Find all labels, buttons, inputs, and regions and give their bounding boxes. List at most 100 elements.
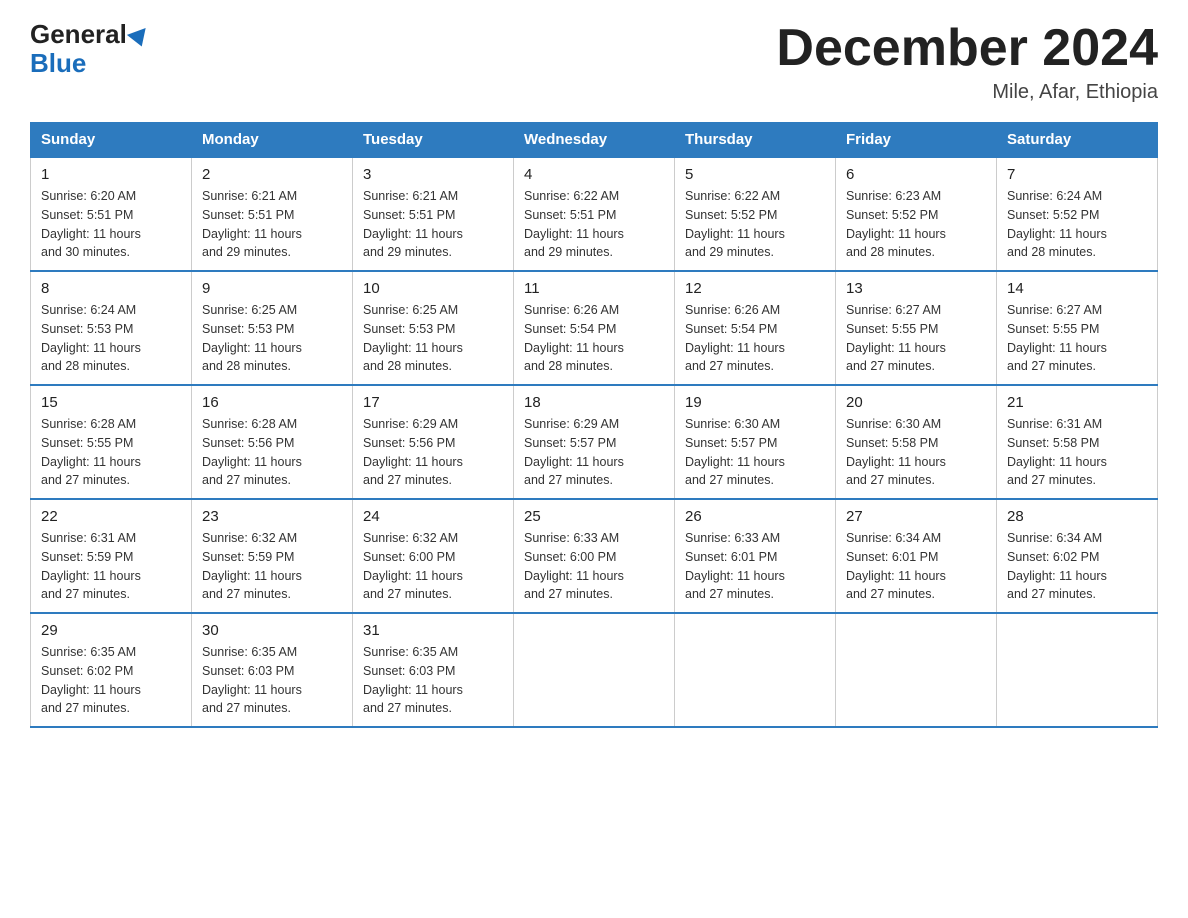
day-number: 21 xyxy=(1007,394,1147,411)
calendar-cell: 26 Sunrise: 6:33 AMSunset: 6:01 PMDaylig… xyxy=(675,499,836,613)
day-number: 4 xyxy=(524,166,664,183)
day-info: Sunrise: 6:23 AMSunset: 5:52 PMDaylight:… xyxy=(846,189,946,259)
calendar-cell: 2 Sunrise: 6:21 AMSunset: 5:51 PMDayligh… xyxy=(192,157,353,271)
header-day-thursday: Thursday xyxy=(675,123,836,158)
header-day-saturday: Saturday xyxy=(997,123,1158,158)
day-number: 3 xyxy=(363,166,503,183)
week-row-5: 29 Sunrise: 6:35 AMSunset: 6:02 PMDaylig… xyxy=(31,613,1158,727)
calendar-cell: 25 Sunrise: 6:33 AMSunset: 6:00 PMDaylig… xyxy=(514,499,675,613)
day-info: Sunrise: 6:35 AMSunset: 6:03 PMDaylight:… xyxy=(202,645,302,715)
day-info: Sunrise: 6:33 AMSunset: 6:00 PMDaylight:… xyxy=(524,531,624,601)
calendar-cell: 23 Sunrise: 6:32 AMSunset: 5:59 PMDaylig… xyxy=(192,499,353,613)
calendar-cell: 6 Sunrise: 6:23 AMSunset: 5:52 PMDayligh… xyxy=(836,157,997,271)
day-info: Sunrise: 6:26 AMSunset: 5:54 PMDaylight:… xyxy=(524,303,624,373)
day-info: Sunrise: 6:22 AMSunset: 5:51 PMDaylight:… xyxy=(524,189,624,259)
calendar-cell xyxy=(675,613,836,727)
calendar-cell xyxy=(997,613,1158,727)
calendar-cell: 28 Sunrise: 6:34 AMSunset: 6:02 PMDaylig… xyxy=(997,499,1158,613)
day-info: Sunrise: 6:28 AMSunset: 5:55 PMDaylight:… xyxy=(41,417,141,487)
calendar-cell: 15 Sunrise: 6:28 AMSunset: 5:55 PMDaylig… xyxy=(31,385,192,499)
logo-bottom-line: Blue xyxy=(30,49,86,78)
day-number: 14 xyxy=(1007,280,1147,297)
calendar-cell: 12 Sunrise: 6:26 AMSunset: 5:54 PMDaylig… xyxy=(675,271,836,385)
week-row-2: 8 Sunrise: 6:24 AMSunset: 5:53 PMDayligh… xyxy=(31,271,1158,385)
header-day-tuesday: Tuesday xyxy=(353,123,514,158)
calendar-cell: 19 Sunrise: 6:30 AMSunset: 5:57 PMDaylig… xyxy=(675,385,836,499)
day-info: Sunrise: 6:34 AMSunset: 6:02 PMDaylight:… xyxy=(1007,531,1107,601)
day-number: 30 xyxy=(202,622,342,639)
day-number: 24 xyxy=(363,508,503,525)
logo: General Blue xyxy=(30,20,149,77)
day-info: Sunrise: 6:20 AMSunset: 5:51 PMDaylight:… xyxy=(41,189,141,259)
page-header: General Blue December 2024 Mile, Afar, E… xyxy=(30,20,1158,104)
day-info: Sunrise: 6:27 AMSunset: 5:55 PMDaylight:… xyxy=(846,303,946,373)
calendar-cell: 16 Sunrise: 6:28 AMSunset: 5:56 PMDaylig… xyxy=(192,385,353,499)
day-info: Sunrise: 6:26 AMSunset: 5:54 PMDaylight:… xyxy=(685,303,785,373)
calendar-cell xyxy=(514,613,675,727)
day-number: 12 xyxy=(685,280,825,297)
month-title: December 2024 xyxy=(776,20,1158,77)
day-number: 27 xyxy=(846,508,986,525)
day-number: 16 xyxy=(202,394,342,411)
calendar-cell: 30 Sunrise: 6:35 AMSunset: 6:03 PMDaylig… xyxy=(192,613,353,727)
logo-top-line: General xyxy=(30,20,149,49)
day-info: Sunrise: 6:22 AMSunset: 5:52 PMDaylight:… xyxy=(685,189,785,259)
logo-triangle-icon xyxy=(127,28,151,50)
day-number: 7 xyxy=(1007,166,1147,183)
day-number: 28 xyxy=(1007,508,1147,525)
header-day-monday: Monday xyxy=(192,123,353,158)
calendar-cell: 29 Sunrise: 6:35 AMSunset: 6:02 PMDaylig… xyxy=(31,613,192,727)
calendar-body: 1 Sunrise: 6:20 AMSunset: 5:51 PMDayligh… xyxy=(31,157,1158,727)
calendar-cell: 27 Sunrise: 6:34 AMSunset: 6:01 PMDaylig… xyxy=(836,499,997,613)
day-number: 15 xyxy=(41,394,181,411)
week-row-3: 15 Sunrise: 6:28 AMSunset: 5:55 PMDaylig… xyxy=(31,385,1158,499)
day-number: 25 xyxy=(524,508,664,525)
day-info: Sunrise: 6:25 AMSunset: 5:53 PMDaylight:… xyxy=(363,303,463,373)
day-number: 9 xyxy=(202,280,342,297)
location-title: Mile, Afar, Ethiopia xyxy=(776,81,1158,104)
header-day-wednesday: Wednesday xyxy=(514,123,675,158)
day-info: Sunrise: 6:28 AMSunset: 5:56 PMDaylight:… xyxy=(202,417,302,487)
day-info: Sunrise: 6:35 AMSunset: 6:02 PMDaylight:… xyxy=(41,645,141,715)
calendar-cell: 11 Sunrise: 6:26 AMSunset: 5:54 PMDaylig… xyxy=(514,271,675,385)
day-info: Sunrise: 6:34 AMSunset: 6:01 PMDaylight:… xyxy=(846,531,946,601)
day-number: 11 xyxy=(524,280,664,297)
day-number: 31 xyxy=(363,622,503,639)
day-info: Sunrise: 6:32 AMSunset: 6:00 PMDaylight:… xyxy=(363,531,463,601)
week-row-1: 1 Sunrise: 6:20 AMSunset: 5:51 PMDayligh… xyxy=(31,157,1158,271)
calendar-cell: 31 Sunrise: 6:35 AMSunset: 6:03 PMDaylig… xyxy=(353,613,514,727)
logo-general-text: General xyxy=(30,19,127,49)
day-info: Sunrise: 6:24 AMSunset: 5:53 PMDaylight:… xyxy=(41,303,141,373)
calendar-cell: 24 Sunrise: 6:32 AMSunset: 6:00 PMDaylig… xyxy=(353,499,514,613)
calendar-cell: 1 Sunrise: 6:20 AMSunset: 5:51 PMDayligh… xyxy=(31,157,192,271)
day-number: 26 xyxy=(685,508,825,525)
calendar-header: SundayMondayTuesdayWednesdayThursdayFrid… xyxy=(31,123,1158,158)
calendar-cell: 10 Sunrise: 6:25 AMSunset: 5:53 PMDaylig… xyxy=(353,271,514,385)
day-info: Sunrise: 6:33 AMSunset: 6:01 PMDaylight:… xyxy=(685,531,785,601)
header-row: SundayMondayTuesdayWednesdayThursdayFrid… xyxy=(31,123,1158,158)
day-info: Sunrise: 6:30 AMSunset: 5:57 PMDaylight:… xyxy=(685,417,785,487)
logo-blue-text: Blue xyxy=(30,48,86,78)
calendar-cell: 18 Sunrise: 6:29 AMSunset: 5:57 PMDaylig… xyxy=(514,385,675,499)
day-info: Sunrise: 6:31 AMSunset: 5:58 PMDaylight:… xyxy=(1007,417,1107,487)
calendar-cell: 13 Sunrise: 6:27 AMSunset: 5:55 PMDaylig… xyxy=(836,271,997,385)
calendar-table: SundayMondayTuesdayWednesdayThursdayFrid… xyxy=(30,122,1158,728)
calendar-cell: 4 Sunrise: 6:22 AMSunset: 5:51 PMDayligh… xyxy=(514,157,675,271)
day-number: 10 xyxy=(363,280,503,297)
week-row-4: 22 Sunrise: 6:31 AMSunset: 5:59 PMDaylig… xyxy=(31,499,1158,613)
day-number: 8 xyxy=(41,280,181,297)
day-info: Sunrise: 6:35 AMSunset: 6:03 PMDaylight:… xyxy=(363,645,463,715)
calendar-cell: 14 Sunrise: 6:27 AMSunset: 5:55 PMDaylig… xyxy=(997,271,1158,385)
day-info: Sunrise: 6:25 AMSunset: 5:53 PMDaylight:… xyxy=(202,303,302,373)
calendar-cell: 5 Sunrise: 6:22 AMSunset: 5:52 PMDayligh… xyxy=(675,157,836,271)
day-number: 19 xyxy=(685,394,825,411)
day-number: 18 xyxy=(524,394,664,411)
day-number: 29 xyxy=(41,622,181,639)
calendar-cell xyxy=(836,613,997,727)
day-number: 1 xyxy=(41,166,181,183)
day-info: Sunrise: 6:32 AMSunset: 5:59 PMDaylight:… xyxy=(202,531,302,601)
day-number: 5 xyxy=(685,166,825,183)
day-number: 23 xyxy=(202,508,342,525)
day-info: Sunrise: 6:27 AMSunset: 5:55 PMDaylight:… xyxy=(1007,303,1107,373)
day-info: Sunrise: 6:24 AMSunset: 5:52 PMDaylight:… xyxy=(1007,189,1107,259)
